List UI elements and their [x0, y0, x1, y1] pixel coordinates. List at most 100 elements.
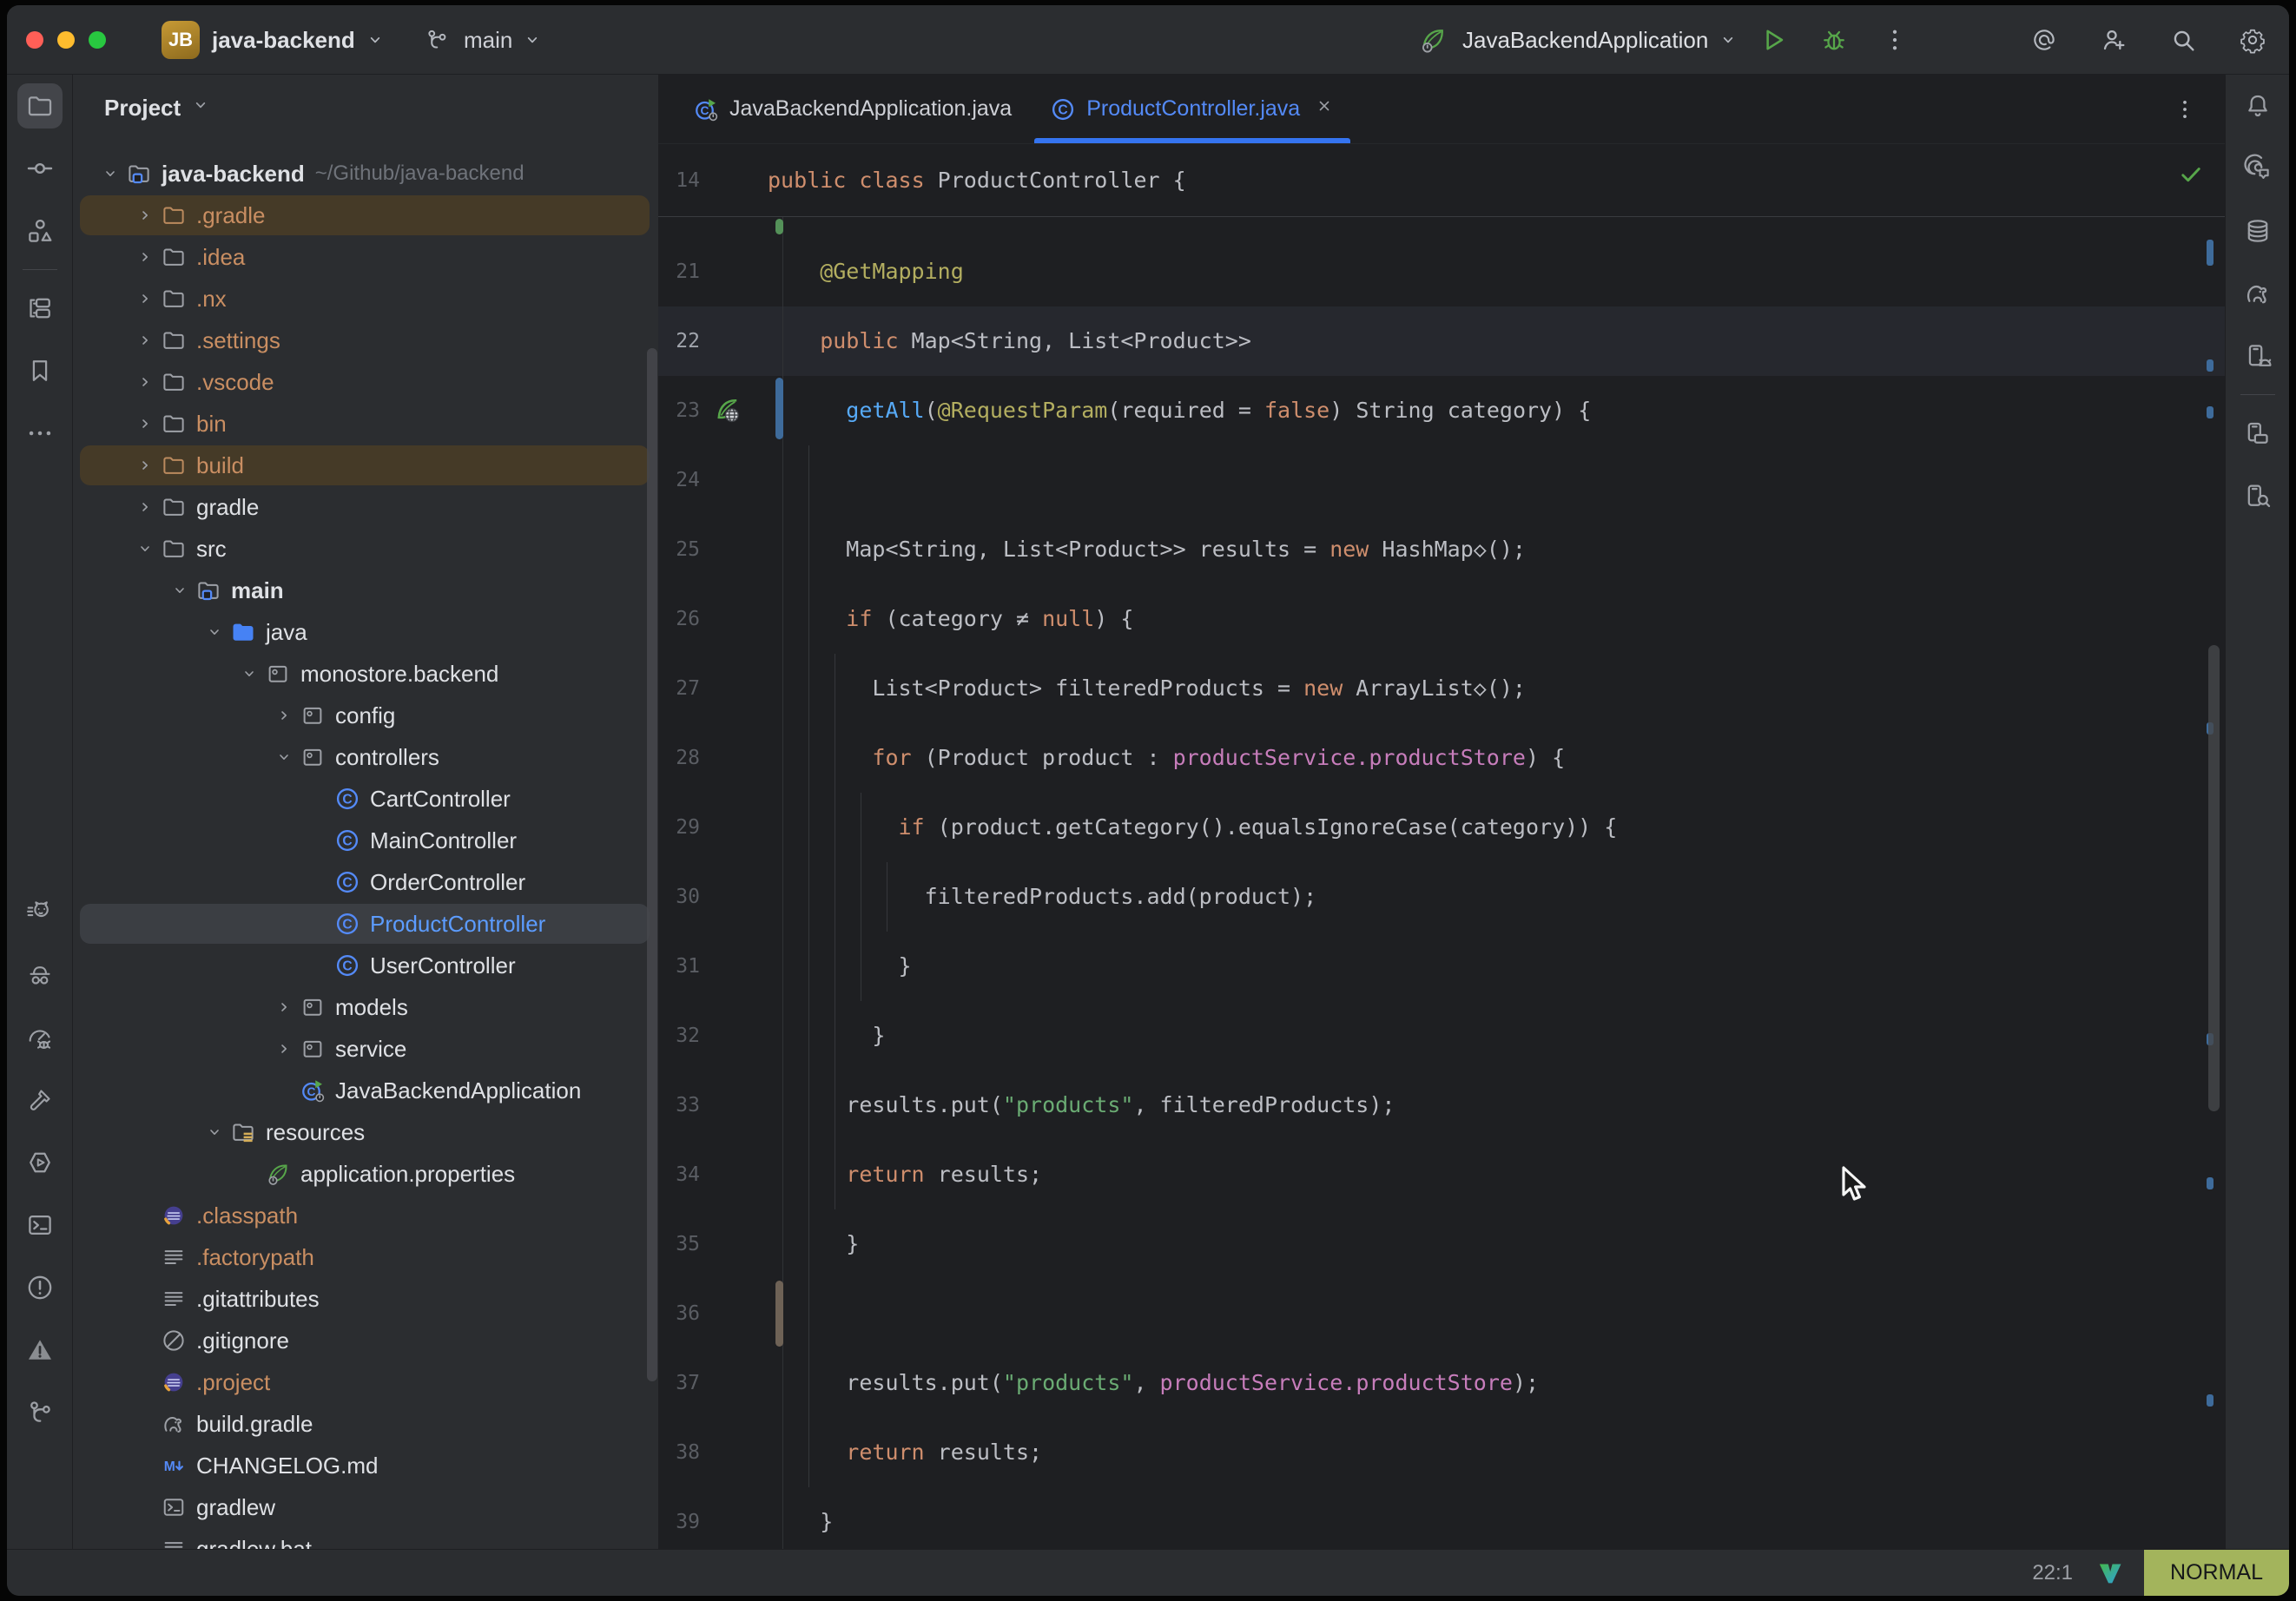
gear-button[interactable]: [2232, 19, 2273, 61]
expand-chevron-icon[interactable]: [134, 371, 156, 393]
ai-assistant-tool[interactable]: [2226, 137, 2289, 200]
tree-item-.gitignore[interactable]: .gitignore: [73, 1320, 658, 1361]
code-line-37[interactable]: 37 results.put("products", productServic…: [658, 1348, 2225, 1418]
more-tool-windows[interactable]: [7, 402, 73, 464]
tree-item-models[interactable]: models: [73, 986, 658, 1028]
terminal-tool[interactable]: [7, 1194, 73, 1256]
collapse-chevron-icon[interactable]: [99, 162, 122, 185]
expand-chevron-icon[interactable]: [273, 996, 295, 1018]
code-line-39[interactable]: 39 }: [658, 1487, 2225, 1549]
tree-item-.classpath[interactable]: .classpath: [73, 1195, 658, 1236]
tree-item-.vscode[interactable]: .vscode: [73, 361, 658, 403]
run-button[interactable]: [1752, 19, 1794, 61]
tree-item-gradlew.bat[interactable]: gradlew.bat: [73, 1528, 658, 1549]
editor-tabs-more-icon[interactable]: [2169, 90, 2200, 128]
ideavim-icon[interactable]: [2095, 1558, 2125, 1588]
code-line-32[interactable]: 32 }: [658, 1001, 2225, 1071]
collapse-chevron-icon[interactable]: [203, 1121, 226, 1143]
code-line-31[interactable]: 31 }: [658, 932, 2225, 1001]
close-window-button[interactable]: [26, 31, 43, 49]
editor-scrollbar[interactable]: [2208, 645, 2220, 1111]
code-line-35[interactable]: 35 }: [658, 1209, 2225, 1279]
vim-mode-badge[interactable]: NORMAL: [2144, 1550, 2289, 1597]
expand-chevron-icon[interactable]: [273, 1038, 295, 1060]
notifications-tool[interactable]: [2226, 75, 2289, 137]
tree-item-main[interactable]: main: [73, 570, 658, 611]
collapse-chevron-icon[interactable]: [273, 746, 295, 768]
tree-item-build.gradle[interactable]: build.gradle: [73, 1403, 658, 1445]
vcs-changed-old-marker[interactable]: [775, 1281, 783, 1347]
expand-chevron-icon[interactable]: [134, 287, 156, 310]
code-line-27[interactable]: 27 List<Product> filteredProducts = new …: [658, 654, 2225, 723]
close-tab-icon[interactable]: [1314, 96, 1335, 122]
branch-widget[interactable]: main: [422, 5, 545, 75]
collapse-chevron-icon[interactable]: [238, 662, 261, 685]
code-line-36[interactable]: 36: [658, 1279, 2225, 1348]
tree-item-MainController[interactable]: C MainController: [73, 820, 658, 861]
tree-item-config[interactable]: config: [73, 695, 658, 736]
tab-ProductController.java[interactable]: CProductController.java: [1031, 75, 1354, 143]
code-line-30[interactable]: 30 filteredProducts.add(product);: [658, 862, 2225, 932]
bookmarks-tool[interactable]: [7, 339, 73, 402]
tree-item-application.properties[interactable]: application.properties: [73, 1153, 658, 1195]
tree-item-gradle[interactable]: gradle: [73, 486, 658, 528]
change-stripe-mark[interactable]: [2207, 406, 2214, 418]
minimize-window-button[interactable]: [57, 31, 75, 49]
search-button[interactable]: [2162, 19, 2204, 61]
tree-item-java[interactable]: java: [73, 611, 658, 653]
user-plus-button[interactable]: [2093, 19, 2134, 61]
project-tree-scrollbar[interactable]: [647, 348, 657, 1381]
code-line-22[interactable]: 22 public Map<String, List<Product>>: [658, 306, 2225, 376]
ai-cat-plugin[interactable]: [7, 881, 73, 944]
code-line-28[interactable]: 28 for (Product product : productService…: [658, 723, 2225, 793]
tree-item-CHANGELOG.md[interactable]: M CHANGELOG.md: [73, 1445, 658, 1486]
at-spiral-button[interactable]: [2023, 19, 2065, 61]
tree-item-resources[interactable]: resources: [73, 1111, 658, 1153]
vcs-added-marker[interactable]: [775, 219, 783, 234]
code-line-38[interactable]: 38 return results;: [658, 1418, 2225, 1487]
project-panel-header[interactable]: Project: [73, 75, 658, 141]
collapse-chevron-icon[interactable]: [134, 537, 156, 560]
device-manager-tool[interactable]: [2226, 402, 2289, 464]
tree-item-.nx[interactable]: .nx: [73, 278, 658, 320]
code-line-29[interactable]: 29 if (product.getCategory().equalsIgnor…: [658, 793, 2225, 862]
tree-item-build[interactable]: build: [73, 445, 658, 486]
problems-tool[interactable]: [7, 1256, 73, 1319]
gradle-tool[interactable]: [2226, 262, 2289, 325]
tree-item-.settings[interactable]: .settings: [73, 320, 658, 361]
code-line-25[interactable]: 25 Map<String, List<Product>> results = …: [658, 515, 2225, 584]
tree-item-service[interactable]: service: [73, 1028, 658, 1070]
change-stripe-mark[interactable]: [2207, 1394, 2214, 1407]
sticky-class-line[interactable]: 14 public class ProductController {: [658, 144, 2225, 217]
run-configuration-widget[interactable]: JavaBackendApplication: [1415, 5, 1741, 75]
tree-item-.idea[interactable]: .idea: [73, 236, 658, 278]
caret-position[interactable]: 22:1: [2032, 1561, 2073, 1585]
tree-item-gradlew[interactable]: gradlew: [73, 1486, 658, 1528]
code-line-23[interactable]: 23 getAll(@RequestParam(required = false…: [658, 376, 2225, 445]
tree-item-.gradle[interactable]: .gradle: [73, 194, 658, 236]
change-stripe-mark[interactable]: [2207, 1177, 2214, 1189]
commit-tool[interactable]: [7, 137, 73, 200]
device-explorer-tool[interactable]: [2226, 464, 2289, 527]
code-line-33[interactable]: 33 results.put("products", filteredProdu…: [658, 1071, 2225, 1140]
collapse-chevron-icon[interactable]: [168, 579, 191, 602]
tree-item-.gitattributes[interactable]: .gitattributes: [73, 1278, 658, 1320]
tree-item-src[interactable]: src: [73, 528, 658, 570]
database-tool[interactable]: [2226, 200, 2289, 262]
project-widget[interactable]: JB java-backend: [162, 5, 388, 75]
kebab-button[interactable]: [1874, 19, 1916, 61]
tree-item-java-backend[interactable]: java-backend~/Github/java-backend: [73, 153, 658, 194]
warnings-tool[interactable]: [7, 1319, 73, 1381]
version-control-tool[interactable]: [7, 1381, 73, 1444]
code-line-21[interactable]: 21 @GetMapping: [658, 237, 2225, 306]
expand-chevron-icon[interactable]: [273, 704, 295, 727]
code-line-24[interactable]: 24: [658, 445, 2225, 515]
tree-item-monostore.backend[interactable]: monostore.backend: [73, 653, 658, 695]
tree-item-OrderController[interactable]: C OrderController: [73, 861, 658, 903]
change-stripe-mark[interactable]: [2207, 359, 2214, 372]
tree-item-ProductController[interactable]: C ProductController: [73, 903, 658, 945]
expand-chevron-icon[interactable]: [134, 496, 156, 518]
tree-item-UserController[interactable]: C UserController: [73, 945, 658, 986]
zoom-window-button[interactable]: [89, 31, 106, 49]
tree-item-bin[interactable]: bin: [73, 403, 658, 445]
